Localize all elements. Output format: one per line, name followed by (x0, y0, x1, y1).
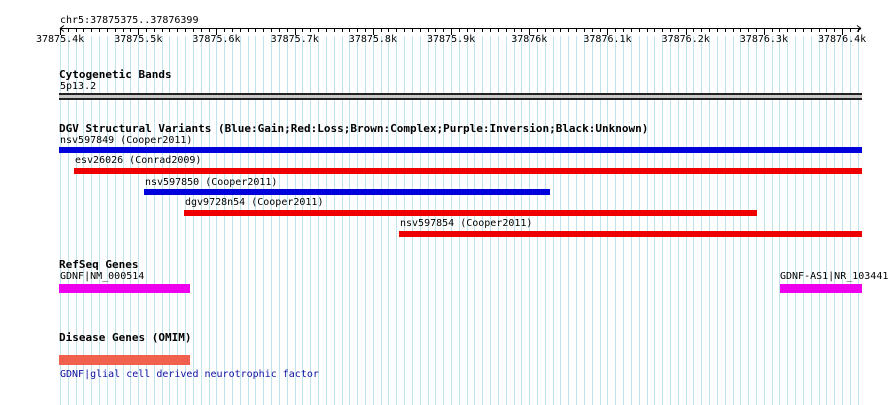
ruler-tick-label: 37875.9k (427, 34, 476, 45)
variant-bar-loss[interactable] (184, 210, 757, 216)
dgv-track-title: DGV Structural Variants (Blue:Gain;Red:L… (59, 122, 649, 135)
variant-bar-gain[interactable] (144, 189, 550, 195)
gene-bar-gdnf-as1[interactable] (780, 284, 862, 293)
cytoband-label: 5p13.2 (60, 81, 97, 92)
variant-label: esv26026 (Conrad2009) (75, 155, 202, 166)
variant-bar-loss[interactable] (399, 231, 862, 237)
omim-gene-label[interactable]: GDNF|glial cell derived neurotrophic fac… (60, 369, 319, 381)
ruler-tick-label: 37876.1k (583, 34, 632, 45)
ruler-tick-label: 37875.6k (192, 34, 241, 45)
gene-label-gdnf-as1: GDNF-AS1|NR_103441 (780, 271, 889, 282)
variant-label: nsv597849 (Cooper2011) (60, 135, 193, 146)
variant-label: nsv597854 (Cooper2011) (400, 218, 533, 229)
ruler-tick-label: 37876.2k (661, 34, 710, 45)
locus-label: chr5:37875375..37876399 (60, 15, 199, 26)
omim-track-title: Disease Genes (OMIM) (59, 331, 192, 344)
variant-bar-gain[interactable] (59, 147, 862, 153)
ruler-tick-label: 37875.8k (348, 34, 397, 45)
variant-label: dgv9728n54 (Cooper2011) (185, 197, 324, 208)
omim-gene-bar[interactable] (59, 355, 190, 365)
genome-grid (59, 25, 862, 405)
variant-label: nsv597850 (Cooper2011) (145, 177, 278, 188)
cytoband-bar[interactable] (59, 93, 862, 100)
ruler-tick-label: 37875.7k (270, 34, 319, 45)
refseq-track-title: RefSeq Genes (59, 258, 139, 271)
cytoband-track-title: Cytogenetic Bands (59, 68, 172, 81)
ruler-tick-label: 37876.3k (739, 34, 788, 45)
ruler-tick-label: 37876.4k (818, 34, 867, 45)
gene-bar-gdnf[interactable] (59, 284, 190, 293)
ruler-tick-label: 37875.5k (114, 34, 163, 45)
variant-bar-loss[interactable] (74, 168, 862, 174)
gene-label-gdnf: GDNF|NM_000514 (60, 271, 145, 282)
ruler-tick-label: 37876k (511, 34, 548, 45)
ruler-tick-label: 37875.4k (36, 34, 85, 45)
